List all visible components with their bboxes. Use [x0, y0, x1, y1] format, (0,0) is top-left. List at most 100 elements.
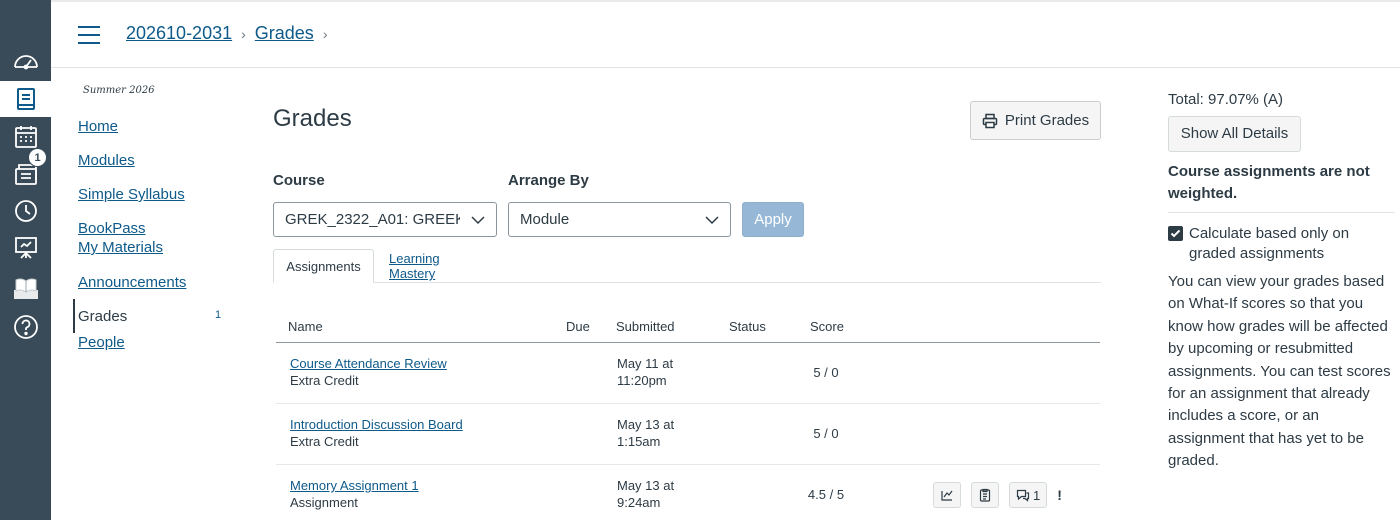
bookpass-label-line1: BookPass	[78, 220, 146, 237]
course-nav-modules: Modules	[73, 151, 233, 185]
checkbox-checked-icon[interactable]	[1168, 226, 1183, 241]
course-nav-home: Home	[73, 117, 233, 151]
assignment-link[interactable]: Memory Assignment 1	[290, 477, 419, 494]
grades-tabs: Assignments Learning Mastery	[273, 249, 1101, 283]
commons-nav-item[interactable]	[0, 230, 51, 266]
score-cell: 5 / 0	[813, 426, 839, 441]
course-nav-bookpass: BookPass My Materials	[73, 219, 233, 273]
page-title: Grades	[273, 105, 352, 132]
print-grades-label: Print Grades	[1004, 112, 1090, 129]
course-select[interactable]: GREK_2322_A01: GREEK C	[273, 202, 497, 237]
apply-button[interactable]: Apply	[742, 202, 804, 237]
bookpass-label-line2: My Materials	[78, 239, 164, 256]
comments-button[interactable]: 1	[1009, 482, 1048, 508]
course-label: Course	[273, 172, 325, 189]
rubric-icon	[941, 490, 953, 501]
course-nav-modules-link[interactable]: Modules	[78, 152, 135, 169]
calendar-icon	[14, 126, 37, 148]
submitted-cell: May 13 at 9:24am	[617, 477, 697, 511]
chevron-down-icon	[705, 216, 719, 225]
courses-icon	[16, 88, 35, 110]
courses-nav-item[interactable]	[0, 81, 51, 117]
bookshelf-nav-item[interactable]	[0, 270, 51, 306]
weighting-note: Course assignments are not weighted.	[1168, 161, 1395, 213]
course-nav-people-link[interactable]: People	[78, 334, 125, 351]
submitted-time: 9:24am	[617, 495, 661, 510]
course-nav-home-link[interactable]: Home	[78, 118, 118, 135]
history-icon	[14, 200, 37, 222]
submitted-date: May 11 at	[617, 356, 674, 371]
row-actions: 1 !	[933, 482, 1062, 508]
page-header: 202610-2031 › Grades ›	[51, 2, 1400, 68]
grades-table-header: Name Due Submitted Status Score	[276, 312, 1100, 343]
assignment-link[interactable]: Introduction Discussion Board	[290, 416, 463, 433]
col-status: Status	[729, 319, 766, 334]
breadcrumb-grades-link[interactable]: Grades	[255, 23, 314, 44]
course-nav-grades-label: Grades	[78, 308, 128, 325]
comments-icon	[1016, 489, 1030, 502]
submission-details-button[interactable]	[971, 482, 999, 508]
inbox-nav-item[interactable]: 1	[0, 148, 51, 192]
global-nav: 1	[0, 0, 51, 520]
dashboard-icon	[13, 55, 38, 70]
commons-icon	[14, 237, 37, 259]
total-grade: Total: 97.07% (A)	[1168, 91, 1284, 108]
tab-learning-mastery[interactable]: Learning Mastery	[389, 249, 488, 283]
print-grades-button[interactable]: Print Grades	[970, 101, 1101, 140]
col-due: Due	[566, 319, 590, 334]
calculate-graded-only[interactable]: Calculate based only on graded assignmen…	[1168, 224, 1393, 264]
grades-sidebar: Total: 97.07% (A) Show All Details Cours…	[1168, 91, 1395, 473]
table-row: Course Attendance Review Extra Credit Ma…	[276, 343, 1100, 404]
course-select-value: GREK_2322_A01: GREEK C	[285, 211, 460, 228]
assignment-type: Assignment	[290, 495, 358, 510]
submitted-cell: May 11 at 11:20pm	[617, 355, 697, 389]
assignment-type: Extra Credit	[290, 434, 359, 449]
assignment-cell: Memory Assignment 1 Assignment	[290, 477, 419, 511]
course-nav-syllabus: Simple Syllabus	[73, 185, 233, 219]
hamburger-menu-icon[interactable]	[78, 26, 100, 44]
breadcrumb: 202610-2031 › Grades ›	[126, 23, 336, 44]
score-cell: 4.5 / 5	[807, 487, 845, 502]
course-nav-announcements-link[interactable]: Announcements	[78, 274, 186, 291]
chevron-right-icon: ›	[241, 25, 246, 42]
submitted-cell: May 13 at 1:15am	[617, 416, 697, 450]
submitted-time: 11:20pm	[617, 373, 667, 388]
what-if-explanation: You can view your grades based on What-I…	[1168, 273, 1391, 470]
course-nav-bookpass-link[interactable]: BookPass My Materials	[78, 220, 163, 256]
course-nav-syllabus-link[interactable]: Simple Syllabus	[78, 186, 185, 203]
calculate-graded-only-label: Calculate based only on graded assignmen…	[1189, 225, 1350, 262]
course-nav-people: People	[73, 333, 233, 367]
submitted-time: 1:15am	[617, 434, 661, 449]
course-nav: Summer 2026 Home Modules Simple Syllabus…	[73, 85, 233, 367]
inbox-badge: 1	[28, 148, 47, 167]
rubric-button[interactable]	[933, 482, 961, 508]
table-row: Introduction Discussion Board Extra Cred…	[276, 404, 1100, 465]
assignment-link[interactable]: Course Attendance Review	[290, 355, 447, 372]
clipboard-icon	[979, 488, 991, 502]
col-name: Name	[288, 319, 323, 334]
breadcrumb-course-link[interactable]: 202610-2031	[126, 23, 232, 44]
submitted-date: May 13 at	[617, 417, 675, 432]
help-icon	[13, 315, 38, 339]
assignment-cell: Introduction Discussion Board Extra Cred…	[290, 416, 463, 450]
bookshelf-icon	[13, 278, 38, 299]
arrange-by-value: Module	[520, 211, 570, 228]
col-score: Score	[810, 319, 844, 334]
show-all-details-button[interactable]: Show All Details	[1168, 116, 1301, 152]
grades-count-badge: 1	[215, 309, 222, 321]
dashboard-nav-item[interactable]	[0, 44, 51, 80]
help-nav-item[interactable]	[0, 309, 51, 345]
col-submitted: Submitted	[616, 319, 675, 334]
assignment-type: Extra Credit	[290, 373, 359, 388]
history-nav-item[interactable]	[0, 193, 51, 229]
term-label: Summer 2026	[83, 85, 155, 96]
tab-assignments[interactable]: Assignments	[273, 249, 374, 283]
arrange-by-label: Arrange By	[508, 172, 589, 189]
score-cell: 5 / 0	[813, 365, 839, 380]
comments-count: 1	[1033, 487, 1041, 503]
chevron-down-icon	[471, 216, 485, 225]
printer-icon	[982, 113, 998, 128]
submitted-date: May 13 at	[617, 478, 675, 493]
course-nav-grades[interactable]: Grades 1	[73, 299, 233, 333]
arrange-by-select[interactable]: Module	[508, 202, 731, 237]
